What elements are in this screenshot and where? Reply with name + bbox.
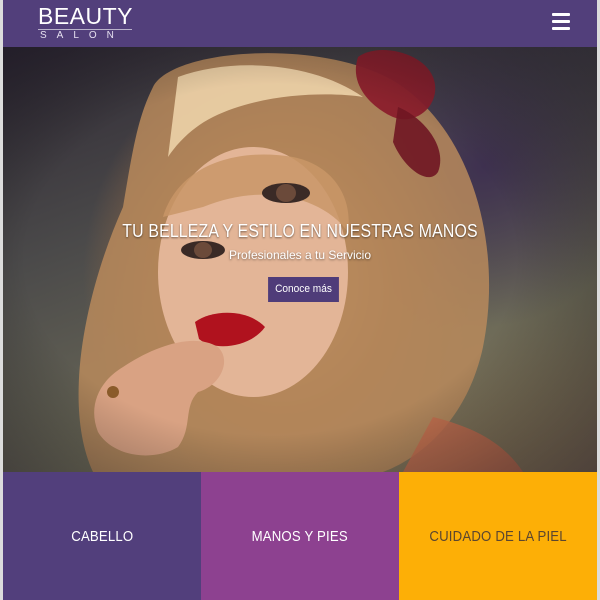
tile-label: MANOS Y PIES: [251, 527, 349, 545]
hamburger-menu-icon[interactable]: [552, 13, 570, 30]
service-tiles: CABELLO MANOS Y PIES CUIDADO DE LA PIEL: [3, 472, 597, 600]
tile-cuidado-de-la-piel[interactable]: CUIDADO DE LA PIEL: [399, 472, 597, 600]
conoce-mas-button[interactable]: Conoce más: [268, 277, 339, 302]
tile-label: CUIDADO DE LA PIEL: [429, 527, 567, 545]
logo-subtitle: SALON: [40, 30, 124, 41]
hero-subtitle: Profesionales a tu Servicio: [228, 248, 372, 262]
tile-label: CABELLO: [70, 527, 134, 545]
hero-title: TU BELLEZA Y ESTILO EN NUESTRAS MANOS: [122, 221, 478, 241]
menu-bar-line: [552, 20, 570, 23]
top-header: BEAUTY SALON: [3, 0, 597, 47]
hero-banner: TU BELLEZA Y ESTILO EN NUESTRAS MANOS Pr…: [3, 47, 597, 472]
menu-bar-line: [552, 13, 570, 16]
tile-cabello[interactable]: CABELLO: [3, 472, 201, 600]
menu-bar-line: [552, 27, 570, 30]
page-frame: BEAUTY SALON TU BELLEZA Y ESTILO EN NUES…: [0, 0, 600, 600]
tile-manos-y-pies[interactable]: MANOS Y PIES: [201, 472, 399, 600]
site-logo[interactable]: BEAUTY SALON: [38, 3, 134, 43]
logo-title: BEAUTY: [38, 3, 134, 29]
